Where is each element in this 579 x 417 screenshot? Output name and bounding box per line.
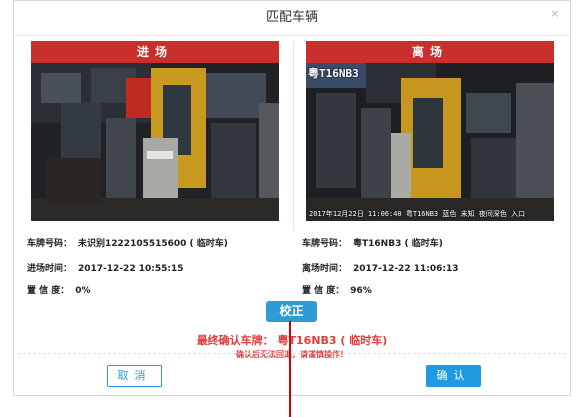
plate-overlay: 粤T16NB3 (308, 67, 359, 80)
final-plate-result: 最终确认车牌： 粤T16NB3 ( 临时车) (196, 334, 388, 347)
dialog-title: 匹配车辆 (265, 10, 318, 25)
entry-panel: 进场 (31, 41, 279, 231)
panel-divider (293, 41, 294, 231)
entry-confidence-row: 置 信 度： 0% (27, 283, 91, 296)
entry-time-value: 2017-12-22 10:55:15 (78, 264, 184, 274)
entry-plate-label: 车牌号码： (27, 239, 73, 249)
exit-plate-value: 粤T16NB3 ( 临时车) (353, 239, 443, 249)
exit-photo: 粤T16NB3 2017年12月22日 11:06:40 粤T16NB3 蓝色 … (306, 63, 554, 221)
entry-plate-value: 未识别1222105515600 ( 临时车) (78, 239, 228, 249)
title-divider (14, 35, 570, 36)
match-vehicle-dialog: 匹配车辆 × 进场 离场 粤T16NB3 2017年12月22日 11:06:4… (13, 0, 571, 396)
entry-header: 进场 (31, 41, 279, 63)
exit-confidence-row: 置 信 度： 96% (302, 283, 372, 296)
correct-button[interactable]: 校正 (266, 301, 317, 322)
cancel-button[interactable]: 取消 (107, 365, 162, 387)
footer-divider (18, 353, 566, 354)
annotation-pointer-line (289, 321, 291, 417)
entry-confidence-value: 0% (75, 286, 91, 296)
entry-confidence-label: 置 信 度： (27, 286, 70, 296)
photo-caption: 2017年12月22日 11:06:40 粤T16NB3 蓝色 未知 夜间深色 … (309, 210, 526, 218)
exit-confidence-label: 置 信 度： (302, 286, 345, 296)
exit-confidence-value: 96% (350, 286, 372, 296)
exit-time-value: 2017-12-22 11:06:13 (353, 264, 459, 274)
entry-photo (31, 63, 279, 221)
exit-plate-row: 车牌号码： 粤T16NB3 ( 临时车) (302, 236, 443, 249)
confirm-button[interactable]: 确认 (426, 365, 481, 387)
exit-camera-image (306, 63, 554, 221)
exit-plate-label: 车牌号码： (302, 239, 348, 249)
exit-header: 离场 (306, 41, 554, 63)
entry-camera-image (31, 63, 279, 221)
entry-time-row: 进场时间： 2017-12-22 10:55:15 (27, 261, 184, 274)
exit-time-row: 离场时间： 2017-12-22 11:06:13 (302, 261, 459, 274)
close-icon[interactable]: × (548, 7, 562, 21)
irreversible-warning: 确认后无法回退，请谨慎操作！ (236, 350, 348, 359)
entry-time-label: 进场时间： (27, 264, 73, 274)
entry-plate-row: 车牌号码： 未识别1222105515600 ( 临时车) (27, 236, 228, 249)
exit-time-label: 离场时间： (302, 264, 348, 274)
exit-panel: 离场 粤T16NB3 2017年12月22日 11:06:40 粤T16NB3 … (306, 41, 554, 231)
